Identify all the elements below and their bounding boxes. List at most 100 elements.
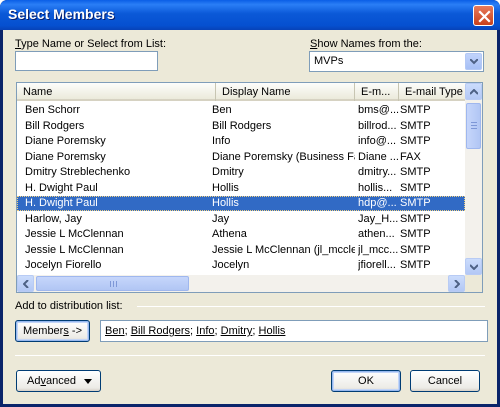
scroll-right-button[interactable] <box>448 275 465 292</box>
scroll-corner <box>465 275 482 292</box>
contact-row[interactable]: Dmitry Streblechenko Dmitry dmitry... SMTP <box>17 165 465 180</box>
address-book-value: MVPs <box>314 55 344 67</box>
row-email: info@... <box>358 135 397 147</box>
row-email-type: SMTP <box>400 228 431 240</box>
member-entry: Dmitry <box>220 325 253 337</box>
row-email-type: SMTP <box>400 119 431 132</box>
row-email: jfiorell... <box>358 259 396 271</box>
member-entry: Ben <box>105 325 125 337</box>
row-name: Jessie L McClennan <box>25 243 124 256</box>
row-email: Jay_H... <box>358 212 399 225</box>
column-header-email-type[interactable]: E-mail Type <box>399 83 465 101</box>
row-email: jl_mcc... <box>358 243 399 256</box>
member-entry: Info <box>196 325 215 337</box>
column-header-email[interactable]: E-m... <box>355 83 399 101</box>
distribution-label: Add to distribution list: <box>15 300 123 312</box>
row-display-name: Diane Poremsky (Business Fax) <box>212 150 355 163</box>
row-name: Diane Poremsky <box>25 150 106 163</box>
contact-row[interactable]: Ben Schorr Ben bms@... SMTP <box>17 103 465 118</box>
row-name: H. Dwight Paul <box>25 181 98 194</box>
row-name: Bill Rodgers <box>25 119 85 132</box>
contact-row[interactable]: H. Dwight Paul Hollis hdp@... SMTP <box>17 196 465 211</box>
chevron-down-icon <box>470 59 478 65</box>
horizontal-scroll-thumb[interactable] <box>36 276 189 291</box>
dialog-body: Type Name or Select from List: Show Name… <box>3 30 497 404</box>
scroll-left-button[interactable] <box>17 275 34 292</box>
row-display-name: Jessie L McClennan (jl_mcclen... <box>212 243 355 256</box>
row-email: Diane ... <box>358 150 399 163</box>
row-display-name: Info <box>212 135 231 147</box>
scroll-up-button[interactable] <box>465 83 482 100</box>
distribution-separator <box>137 306 485 307</box>
scroll-down-button[interactable] <box>465 258 482 275</box>
row-name: Harlow, Jay <box>25 212 82 225</box>
row-name: Ben Schorr <box>25 104 81 116</box>
dropdown-arrow-icon <box>84 379 92 384</box>
contact-row[interactable]: Jessie L McClennan Jessie L McClennan (jl… <box>17 243 465 258</box>
members-field[interactable]: Ben; Bill Rodgers; Info; Dmitry; Hollis <box>100 320 488 342</box>
row-display-name: Jocelyn <box>212 259 250 271</box>
row-email-type: FAX <box>400 150 421 163</box>
row-email-type: SMTP <box>400 166 431 178</box>
row-name: Dmitry Streblechenko <box>25 166 131 178</box>
contacts-list[interactable]: Name Display Name E-m... E-mail Type Ben… <box>16 82 483 293</box>
row-name: Diane Poremsky <box>25 135 106 147</box>
close-button[interactable] <box>473 5 494 26</box>
title-bar[interactable]: Select Members <box>0 0 500 30</box>
row-email-type: SMTP <box>400 243 431 256</box>
footer-separator <box>15 355 485 356</box>
row-display-name: Jay <box>212 212 230 225</box>
contact-row[interactable]: Diane Poremsky Diane Poremsky (Business F… <box>17 150 465 165</box>
arrow-up-icon <box>470 89 478 95</box>
address-book-select[interactable]: MVPs <box>309 51 484 72</box>
contact-row[interactable]: Jessie L McClennan Athena athen... SMTP <box>17 227 465 242</box>
search-input[interactable] <box>15 51 158 71</box>
contact-row[interactable]: Bill Rodgers Bill Rodgers billrod... SMTP <box>17 119 465 134</box>
vertical-scrollbar[interactable] <box>465 83 482 275</box>
member-entry: Hollis <box>258 325 286 337</box>
arrow-down-icon <box>470 264 478 270</box>
advanced-button[interactable]: Advanced <box>16 370 101 392</box>
row-email-type: SMTP <box>400 259 431 271</box>
column-header-display-name[interactable]: Display Name <box>216 83 355 101</box>
row-name: Jessie L McClennan <box>25 228 124 240</box>
row-name: Jocelyn Fiorello <box>25 259 102 271</box>
show-names-label: Show Names from the: <box>310 38 422 50</box>
row-display-name: Hollis <box>212 197 239 209</box>
column-header-name[interactable]: Name <box>17 83 216 101</box>
row-email-type: SMTP <box>400 104 431 116</box>
dialog-title: Select Members <box>8 6 115 22</box>
row-display-name: Hollis <box>212 181 239 194</box>
row-email: bms@... <box>358 104 399 116</box>
address-book-dropdown-button[interactable] <box>465 53 482 70</box>
members-button[interactable]: Members -> <box>15 320 90 342</box>
member-entry: Bill Rodgers <box>130 325 191 337</box>
contact-row[interactable]: Harlow, Jay Jay Jay_H... SMTP <box>17 212 465 227</box>
row-email: hollis... <box>358 181 393 194</box>
row-name: H. Dwight Paul <box>25 197 98 209</box>
cancel-button[interactable]: Cancel <box>410 370 480 392</box>
ok-button[interactable]: OK <box>331 370 401 392</box>
row-email-type: SMTP <box>400 181 431 194</box>
contact-row[interactable]: Diane Poremsky Info info@... SMTP <box>17 134 465 149</box>
close-icon <box>478 10 491 23</box>
row-email-type: SMTP <box>400 135 431 147</box>
arrow-left-icon <box>23 280 29 288</box>
row-email-type: SMTP <box>400 212 431 225</box>
contact-row[interactable]: H. Dwight Paul Hollis hollis... SMTP <box>17 181 465 196</box>
arrow-right-icon <box>454 280 460 288</box>
contact-row[interactable]: Jocelyn Fiorello Jocelyn jfiorell... SMTP <box>17 258 465 273</box>
row-display-name: Athena <box>212 228 247 240</box>
vertical-scroll-thumb[interactable] <box>466 103 481 149</box>
list-header: Name Display Name E-m... E-mail Type <box>17 83 465 101</box>
row-display-name: Ben <box>212 104 232 116</box>
row-email: billrod... <box>358 119 397 132</box>
row-email-type: SMTP <box>400 197 431 209</box>
row-email: hdp@... <box>358 197 397 209</box>
members-list: Ben; Bill Rodgers; Info; Dmitry; Hollis <box>105 325 286 337</box>
row-display-name: Dmitry <box>212 166 244 178</box>
select-members-dialog: Select Members Type Name or Select from … <box>0 0 500 407</box>
row-display-name: Bill Rodgers <box>212 119 272 132</box>
row-email: dmitry... <box>358 166 397 178</box>
horizontal-scrollbar[interactable] <box>17 275 465 292</box>
